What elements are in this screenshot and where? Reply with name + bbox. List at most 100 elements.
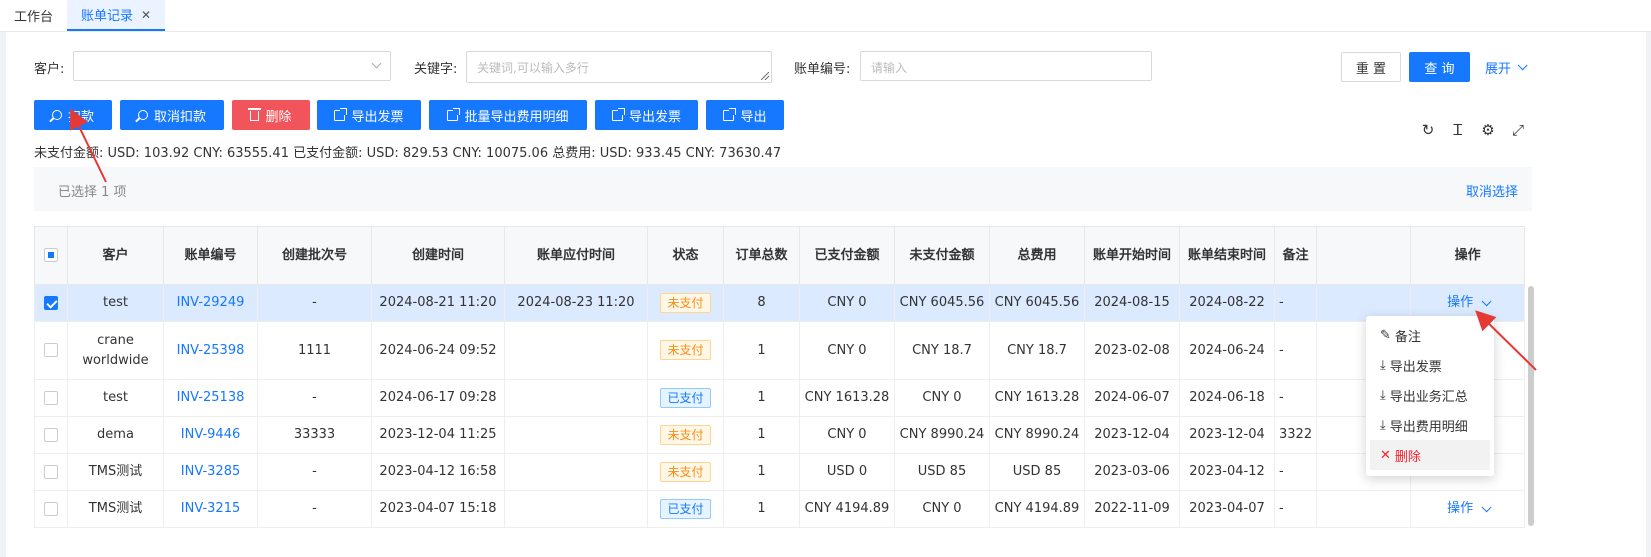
status-badge: 已支付 [660, 498, 711, 519]
unpaid-cell: CNY 6045.56 [894, 284, 990, 322]
reset-button[interactable]: 重 置 [1341, 52, 1401, 82]
unpaid-cell: CNY 8990.24 [894, 416, 990, 454]
bill-no-input[interactable]: 请输入 [860, 51, 1152, 81]
checkbox-cell [34, 490, 68, 528]
status-badge: 已支付 [660, 387, 711, 408]
due-time-cell [504, 416, 648, 454]
menu-item-label: 备注 [1394, 329, 1421, 345]
table-row[interactable]: test INV-25138-2024-06-17 09:28 已支付 1 CNY 16… [34, 379, 1526, 417]
search-icon [137, 110, 148, 120]
unpaid-cell: CNY 18.7 [894, 321, 990, 380]
end-cell: 2023-04-07 [1179, 490, 1275, 528]
bill-no-link[interactable]: INV-9446 [181, 427, 240, 442]
row-checkbox[interactable] [44, 464, 58, 479]
header-cell: 客户 [67, 226, 164, 285]
table-row[interactable]: TMS测试 INV-3215-2023-04-07 15:18 已支付 1 CNY 41… [34, 490, 1526, 528]
row-checkbox[interactable] [44, 295, 58, 310]
resize-handle-icon[interactable] [761, 72, 769, 80]
select-all-checkbox[interactable] [44, 248, 58, 262]
download-icon: ⤓ [1380, 417, 1386, 433]
row-checkbox[interactable] [44, 390, 58, 405]
customer-cell: test [67, 379, 164, 417]
row-checkbox[interactable] [44, 343, 58, 357]
clear-selection-link[interactable]: 取消选择 [1466, 181, 1518, 200]
export-invoice-button[interactable]: 导出发票 [317, 100, 421, 130]
orders-cell: 8 [723, 284, 800, 322]
operation-cell: 操作 [1410, 490, 1526, 528]
row-checkbox[interactable] [44, 501, 58, 516]
row-checkbox[interactable] [44, 427, 58, 442]
delete-button[interactable]: 删除 [232, 100, 310, 130]
menu-item-label: 导出发票 [1389, 359, 1442, 375]
table-row[interactable]: TMS测试 INV-3285-2023-04-12 16:58 未支付 1 USD 0U… [34, 453, 1526, 491]
header-cell: 账单结束时间 [1179, 226, 1275, 285]
checkbox-cell [34, 416, 68, 454]
search-icon [51, 110, 62, 120]
header-cell: 总费用 [989, 226, 1085, 285]
export-label: 导出 [740, 109, 767, 125]
menu-item-export-summary[interactable]: ⤓ 导出业务汇总 [1366, 380, 1494, 410]
bill-no-link[interactable]: INV-3215 [181, 501, 240, 516]
orders-cell: 1 [723, 416, 800, 454]
download-icon: ⤓ [1380, 387, 1386, 403]
close-icon[interactable]: ✕ [141, 8, 151, 22]
density-icon[interactable]: Ꮖ [1450, 122, 1466, 138]
menu-item-export-invoice[interactable]: ⤓ 导出发票 [1366, 350, 1494, 380]
created-time-cell: 2024-08-21 11:20 [371, 284, 505, 322]
menu-item-delete[interactable]: ✕ 删除 [1370, 440, 1490, 470]
header-checkbox-cell [34, 226, 68, 285]
batch-cell: 1111 [257, 321, 372, 380]
checkbox-cell [34, 453, 68, 491]
refresh-icon[interactable]: ↻ [1420, 122, 1436, 138]
menu-item-export-details[interactable]: ⤓ 导出费用明细 [1366, 410, 1494, 440]
table-row[interactable]: crane worldwide INV-25398 1111 2024-06-24 0… [34, 321, 1526, 380]
trash-icon [248, 108, 262, 121]
batch-export-button[interactable]: 批量导出费用明细 [429, 100, 587, 130]
header-cell: 账单应付时间 [504, 226, 648, 285]
tab-workbench[interactable]: 工作台 [0, 0, 67, 31]
table-row[interactable]: dema INV-9446 33333 2023-12-04 11:25 未支付 1 CNY… [34, 416, 1526, 454]
query-button[interactable]: 查 询 [1409, 52, 1470, 82]
table-scrollbar[interactable] [1528, 286, 1534, 526]
start-cell: 2024-08-15 [1084, 284, 1180, 322]
export-invoice-label: 导出发票 [351, 109, 404, 125]
status-badge: 未支付 [660, 340, 711, 360]
total-cell: CNY 1613.28 [989, 379, 1085, 417]
close-icon: ✕ [1380, 447, 1391, 463]
chevron-down-icon [1481, 295, 1492, 306]
cancel-deduct-button[interactable]: 取消扣款 [120, 100, 224, 130]
header-cell: 未支付金额 [894, 226, 990, 285]
status-cell: 已支付 [647, 379, 724, 417]
bill-no-link[interactable]: INV-25138 [177, 390, 245, 405]
export-icon [723, 107, 737, 121]
gear-icon[interactable]: ⚙ [1480, 122, 1496, 138]
status-badge: 未支付 [660, 461, 711, 482]
status-cell: 已支付 [647, 490, 724, 528]
export-invoice-button-2[interactable]: 导出发票 [595, 100, 698, 130]
expand-toggle[interactable]: 展开 [1485, 58, 1528, 77]
note-cell: - [1273, 490, 1318, 528]
tab-label: 账单记录 [81, 9, 134, 24]
keyword-input[interactable]: 关键词,可以输入多行 [466, 51, 772, 83]
table-row[interactable]: test INV-29249-2024-08-21 11:20 2024-08-23… [34, 284, 1526, 322]
bill-no-link[interactable]: INV-3285 [181, 464, 240, 479]
spacer-cell [1316, 490, 1412, 528]
operation-link[interactable]: 操作 [1447, 293, 1492, 313]
menu-item-note[interactable]: ✎ 备注 [1366, 320, 1494, 350]
fullscreen-icon[interactable]: ⤢ [1510, 122, 1526, 138]
operation-link[interactable]: 操作 [1447, 499, 1492, 519]
batch-cell: - [257, 379, 372, 417]
customer-cell: TMS测试 [67, 490, 164, 528]
customer-select[interactable] [73, 51, 391, 81]
deduct-button[interactable]: 扣款 [34, 100, 112, 130]
export-button[interactable]: 导出 [706, 100, 784, 130]
created-time-cell: 2023-04-07 15:18 [371, 490, 505, 528]
bill-no-link[interactable]: INV-29249 [177, 295, 245, 310]
unpaid-cell: CNY 0 [894, 379, 990, 417]
header-cell: 创建时间 [371, 226, 505, 285]
pencil-icon: ✎ [1380, 327, 1391, 343]
bill-no-link[interactable]: INV-25398 [177, 343, 245, 358]
chevron-down-icon [1481, 501, 1492, 512]
tab-bill-records[interactable]: 账单记录 ✕ [67, 0, 166, 31]
checkbox-cell [34, 379, 68, 417]
